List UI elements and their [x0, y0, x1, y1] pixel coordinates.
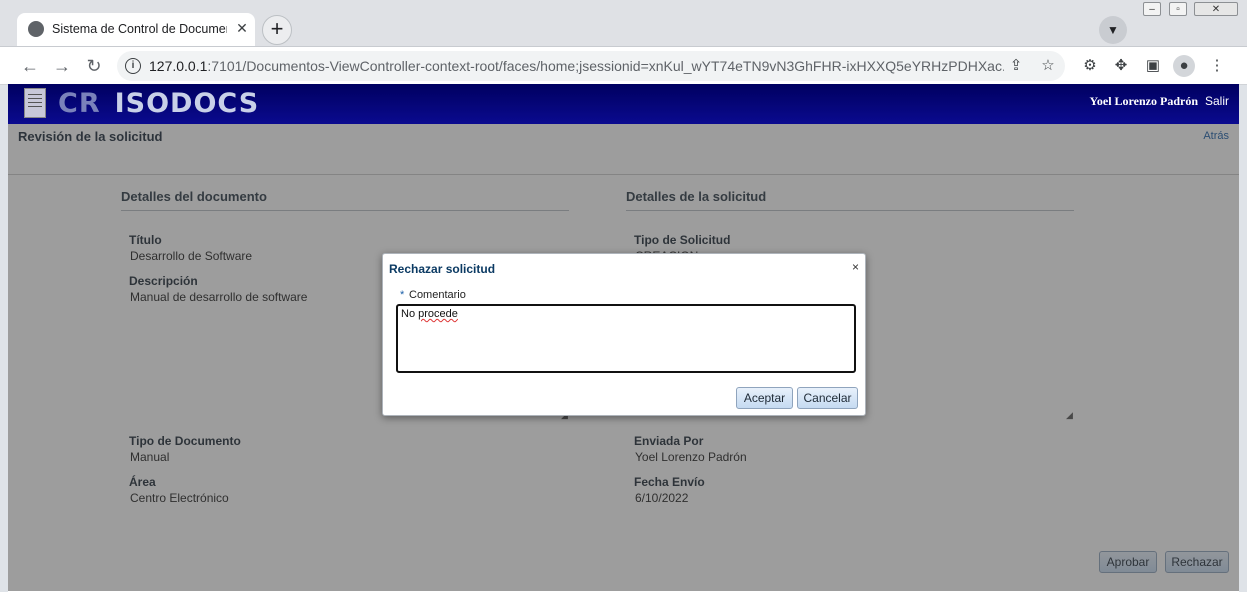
tab-close-icon[interactable]: ✕ — [233, 19, 251, 37]
url-host: 127.0.0.1 — [149, 58, 208, 74]
menu-icon[interactable]: ⋮ — [1206, 55, 1228, 77]
comment-textarea[interactable]: No procede — [396, 304, 856, 373]
comment-label: Comentario — [409, 289, 466, 301]
user-name: Yoel Lorenzo Padrón — [1089, 94, 1198, 108]
globe-icon — [28, 21, 44, 37]
back-icon[interactable]: ← — [17, 53, 43, 79]
url-text: 127.0.0.1:7101/Documentos-ViewController… — [149, 58, 1004, 74]
profile-icon[interactable]: ● — [1173, 55, 1195, 77]
logout-link[interactable]: Salir — [1205, 94, 1229, 108]
puzzle-icon[interactable]: ✥ — [1110, 55, 1132, 77]
minimize-window-button[interactable]: – — [1143, 2, 1161, 16]
reload-icon[interactable]: ↻ — [81, 53, 107, 79]
info-icon[interactable]: i — [125, 58, 141, 74]
forward-icon[interactable]: → — [49, 53, 75, 79]
new-tab-button[interactable]: + — [262, 15, 292, 45]
share-icon[interactable]: ⇪ — [1006, 56, 1026, 76]
required-indicator: * — [400, 289, 405, 301]
cancel-button[interactable]: Cancelar — [797, 387, 858, 409]
tab-title: Sistema de Control de Documentos — [52, 22, 227, 36]
sidepanel-icon[interactable]: ▣ — [1142, 55, 1164, 77]
app-logo: CR ISODOCS — [58, 88, 259, 119]
logo-cr: CR — [58, 88, 101, 119]
comment-word-1: No — [401, 308, 416, 320]
reject-dialog: Rechazar solicitud × * Comentario No pro… — [382, 253, 866, 416]
dialog-title: Rechazar solicitud — [389, 262, 496, 276]
url-path: :7101/Documentos-ViewController-context-… — [207, 58, 1004, 74]
tab-search-chevron-icon[interactable]: ▼ — [1099, 16, 1127, 44]
address-bar[interactable]: i 127.0.0.1:7101/Documentos-ViewControll… — [117, 51, 1065, 81]
maximize-window-button[interactable]: ▫ — [1169, 2, 1187, 16]
browser-titlebar: Sistema de Control de Documentos ✕ + ▼ –… — [0, 0, 1247, 47]
star-icon[interactable]: ☆ — [1038, 56, 1058, 76]
browser-tab[interactable]: Sistema de Control de Documentos ✕ — [17, 13, 255, 46]
logo-name: ISODOCS — [114, 88, 260, 119]
app-header: CR ISODOCS Yoel Lorenzo Padrón Salir — [8, 84, 1239, 124]
comment-word-2: procede — [418, 308, 458, 320]
close-icon[interactable]: × — [852, 260, 859, 274]
accept-button[interactable]: Aceptar — [736, 387, 793, 409]
close-window-button[interactable]: ✕ — [1194, 2, 1238, 16]
document-icon — [24, 88, 46, 118]
browser-toolbar: ← → ↻ i 127.0.0.1:7101/Documentos-ViewCo… — [0, 47, 1247, 85]
extension-icon[interactable]: ⚙ — [1079, 55, 1101, 77]
